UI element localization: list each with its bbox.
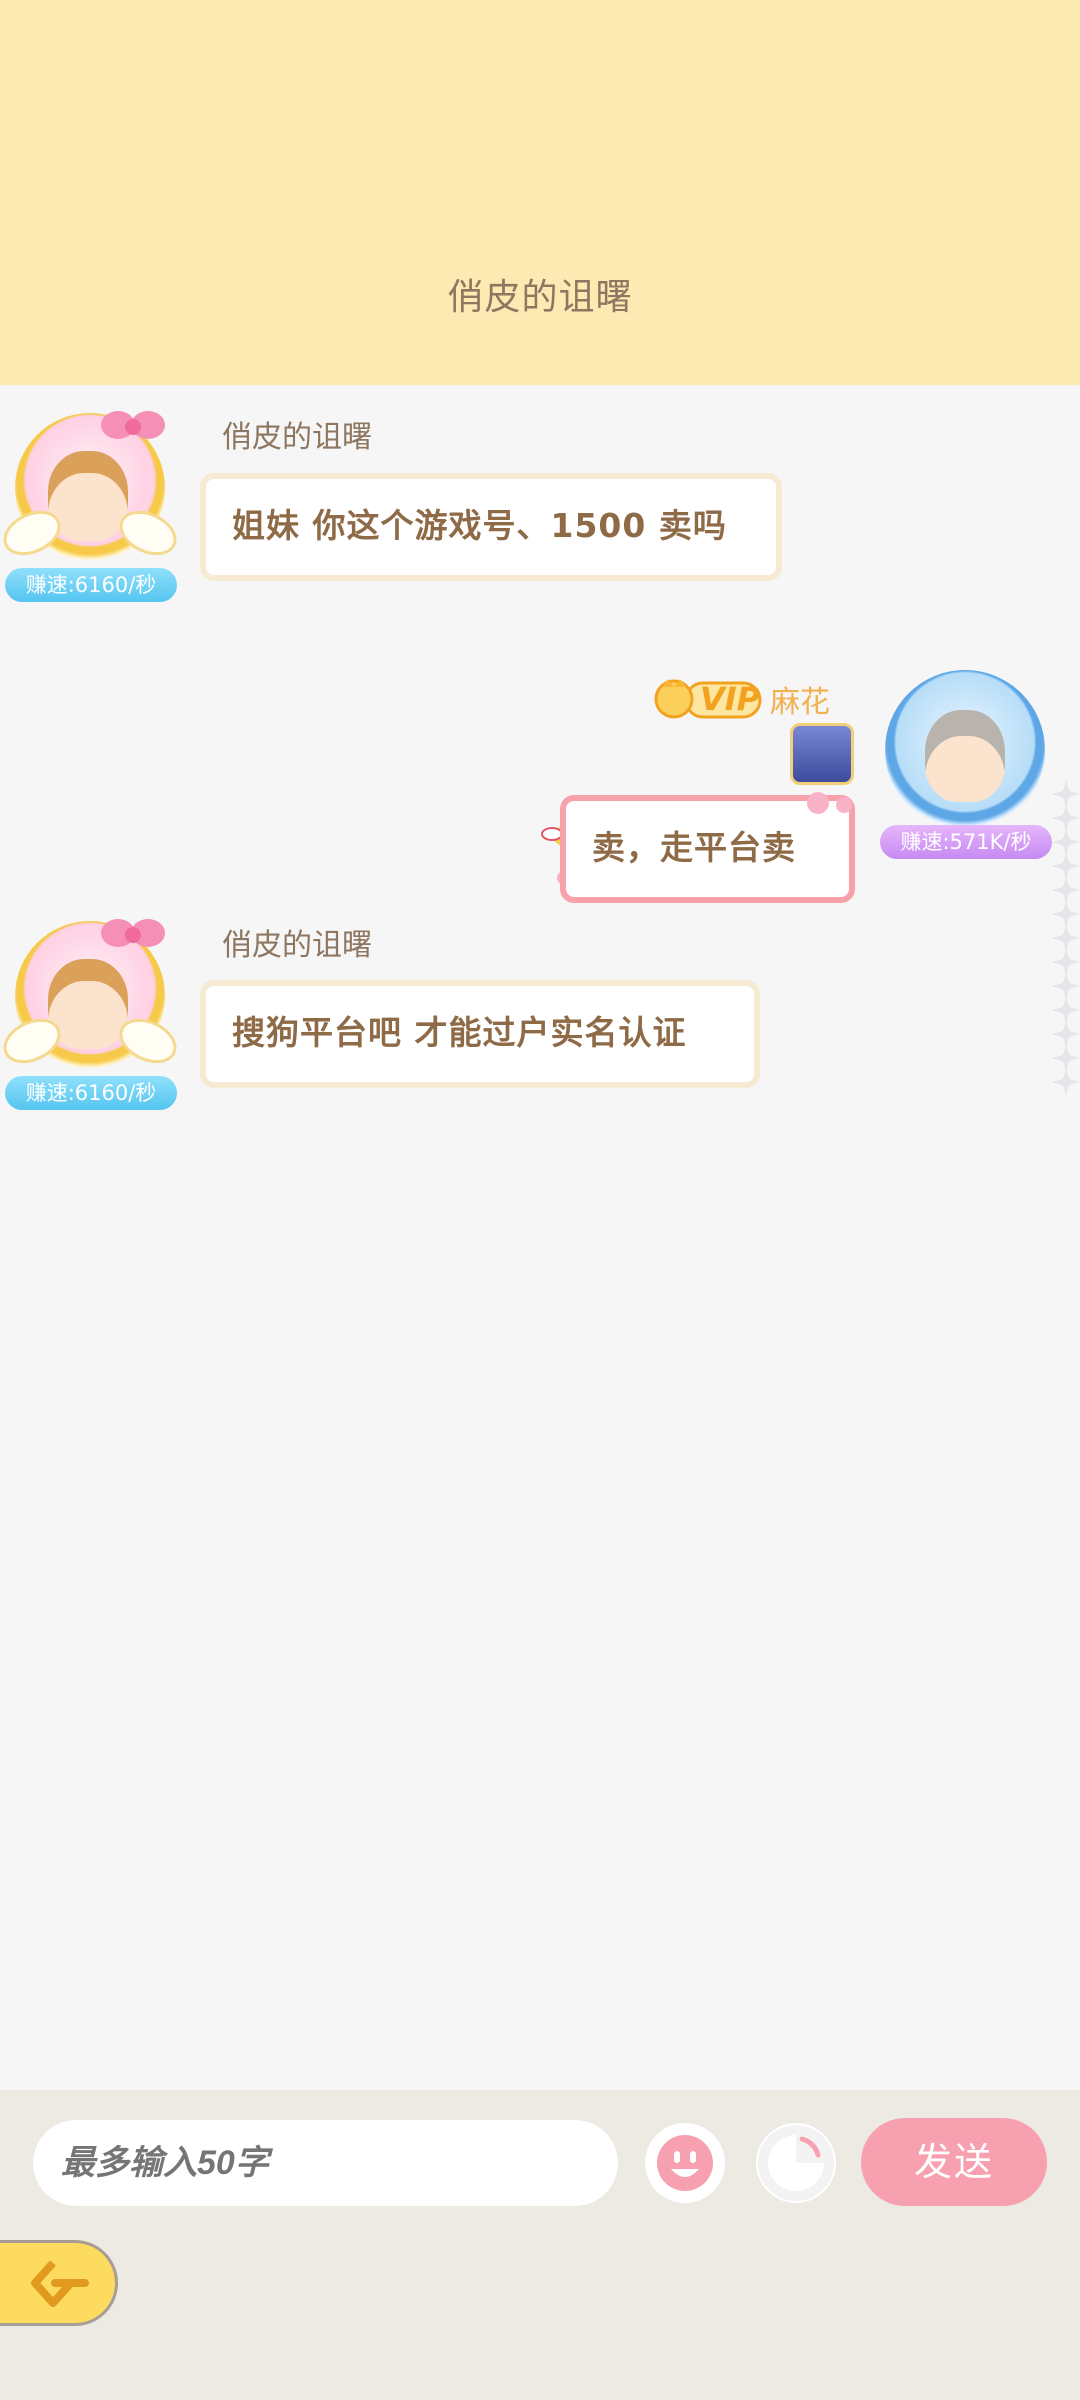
flower-icon [807,792,852,814]
header: 俏皮的诅曙 [0,0,1080,385]
emoji-button[interactable] [645,2123,725,2203]
message-input[interactable] [33,2120,618,2206]
page-title: 俏皮的诅曙 [447,277,633,318]
boy-portrait [925,710,1005,802]
back-button[interactable] [0,2240,118,2326]
scallop-border [0,355,1080,377]
speed-badge: 赚速:6160/秒 [5,568,177,602]
send-button[interactable]: 发送 [861,2118,1047,2206]
chat-area[interactable]: 赚速:6160/秒 俏皮的诅曙 姐妹 你这个游戏号、1500 卖吗 VIP 麻花… [0,395,1080,2090]
composer-bar: 发送 [0,2090,1080,2400]
back-arrow-icon [31,2260,89,2307]
penguin-badge-icon [790,723,854,785]
emoji-icon [657,2135,713,2191]
sender-name: 俏皮的诅曙 [222,420,372,455]
sender-name: 麻花 [770,685,830,720]
message-bubble[interactable]: 搜狗平台吧 才能过户实名认证 [200,980,760,1088]
message-bubble[interactable]: 姐妹 你这个游戏号、1500 卖吗 [200,473,782,581]
avatar[interactable]: 赚速:6160/秒 [0,911,184,1111]
vip-label: VIP [700,680,761,718]
speech-bubble-button[interactable] [756,2123,836,2203]
sender-name: 俏皮的诅曙 [222,928,372,963]
speed-badge: 赚速:6160/秒 [5,1076,177,1110]
avatar[interactable] [885,670,1045,830]
avatar[interactable]: 赚速:6160/秒 [0,403,184,603]
sparkle-decoration [1052,780,1080,1096]
bow-icon [101,919,165,947]
speech-bubble-icon [758,2125,834,2201]
speed-badge: 赚速:571K/秒 [880,825,1052,859]
bow-icon [101,411,165,439]
